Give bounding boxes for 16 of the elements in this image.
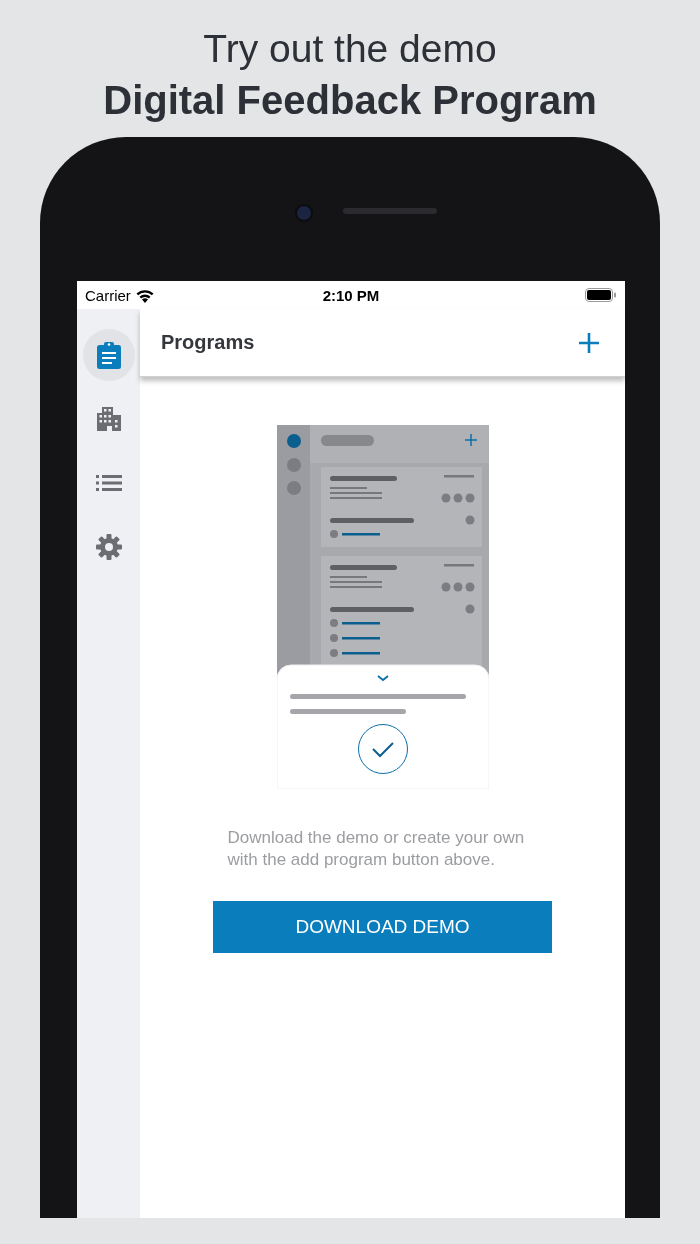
speaker-icon (343, 208, 437, 214)
wifi-icon (134, 287, 155, 303)
camera-icon (295, 204, 313, 222)
headline: Digital Feedback Program (103, 77, 597, 124)
download-demo-button[interactable]: DOWNLOAD DEMO (213, 901, 552, 953)
clipboard-icon (96, 341, 121, 369)
status-time: 2:10 PM (322, 286, 380, 304)
carrier-label: Carrier (85, 286, 131, 304)
battery-icon (585, 288, 617, 302)
plus-icon (579, 332, 599, 353)
building-icon (96, 407, 121, 431)
empty-state-message: Download the demo or create your own with the add program button above. (227, 827, 526, 871)
page-title: Programs (161, 331, 255, 354)
settings-icon (95, 534, 122, 560)
list-icon (95, 475, 122, 491)
headline: Try out the demo (203, 26, 497, 72)
